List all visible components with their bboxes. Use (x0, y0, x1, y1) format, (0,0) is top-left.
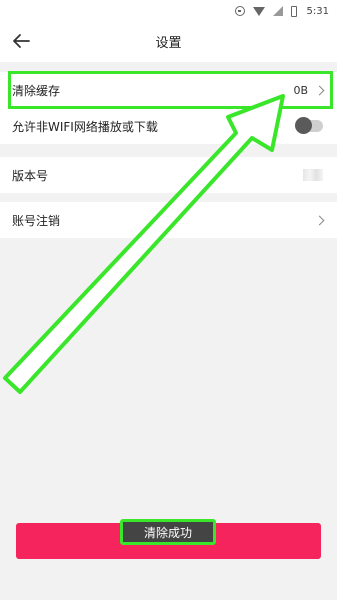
wifi-icon (252, 6, 265, 16)
account-cancel-row[interactable]: 账号注销 (0, 202, 337, 238)
status-time: 5:31 (306, 5, 329, 17)
battery-icon (290, 5, 297, 17)
version-row: 版本号 (0, 157, 337, 193)
dnd-icon (234, 6, 245, 16)
chevron-right-icon (314, 215, 325, 225)
version-label: 版本号 (12, 168, 49, 183)
toast-message: 清除成功 (120, 519, 216, 545)
account-cancel-label: 账号注销 (12, 213, 61, 228)
wifi-setting-label: 允许非WIFI网络播放或下载 (12, 119, 158, 134)
wifi-setting-row: 允许非WIFI网络播放或下载 (0, 108, 337, 144)
signal-icon (272, 6, 283, 16)
wifi-toggle[interactable] (295, 117, 323, 134)
highlight-box (8, 71, 333, 109)
app-header: 设置 (0, 22, 337, 62)
status-bar: 5:31 (0, 0, 337, 22)
version-value (303, 169, 323, 181)
page-title: 设置 (155, 36, 182, 51)
